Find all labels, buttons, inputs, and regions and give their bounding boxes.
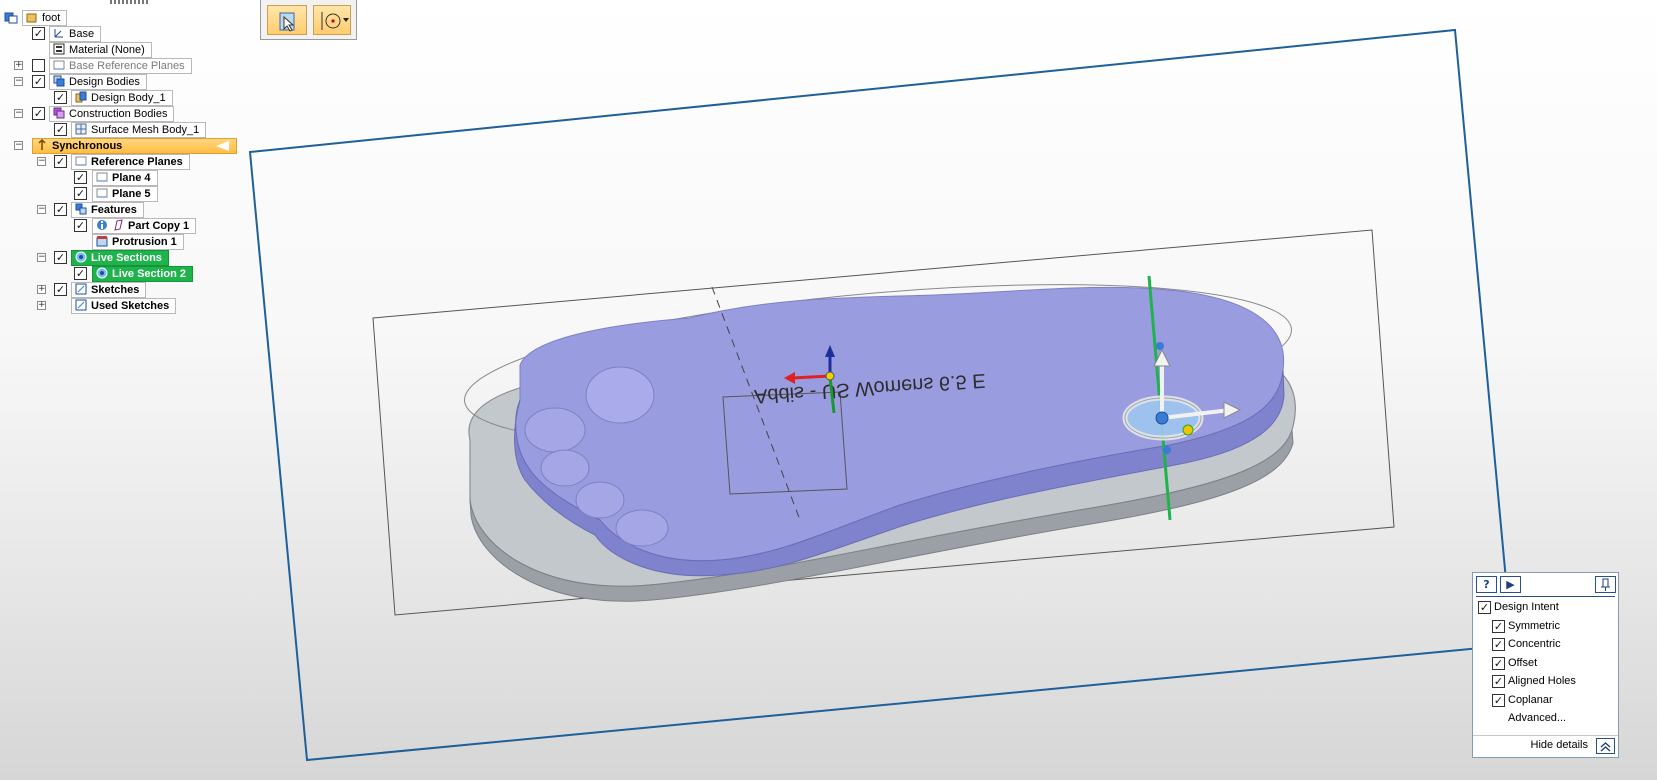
offset-checkbox[interactable]: ✓ xyxy=(1492,657,1505,670)
tree-node-features[interactable]: Features xyxy=(71,202,144,218)
plane-5-checkbox[interactable]: ✓ xyxy=(74,187,87,200)
aligned-holes-checkbox[interactable]: ✓ xyxy=(1492,675,1505,688)
base-csys-icon xyxy=(53,27,65,39)
hide-details-link[interactable]: Hide details xyxy=(1531,739,1588,751)
tree-node-surface-mesh-body-1[interactable]: Surface Mesh Body_1 xyxy=(71,122,207,138)
tree-node-plane-4[interactable]: Plane 4 xyxy=(92,170,158,186)
surface-mesh-body-1-checkbox[interactable]: ✓ xyxy=(54,123,67,136)
live-sections-checkbox[interactable]: ✓ xyxy=(54,251,67,264)
concentric-checkbox[interactable]: ✓ xyxy=(1492,638,1505,651)
tree-node-base-ref-planes[interactable]: Base Reference Planes xyxy=(49,58,192,74)
design-intent-panel: ? ▶ ✓ Design Intent ✓ Symmetric ✓ Concen… xyxy=(1472,572,1619,758)
material-icon xyxy=(53,43,65,55)
expand-used-sketches[interactable]: + xyxy=(37,301,46,310)
sketch-icon xyxy=(75,283,87,295)
base-checkbox[interactable]: ✓ xyxy=(32,27,45,40)
tree-node-design-body-1[interactable]: Design Body_1 xyxy=(71,90,173,106)
ref-plane-icon xyxy=(53,59,65,71)
body-icon xyxy=(53,75,65,87)
pathfinder-tree: foot ✓ Base Material (None) + Base Refer… xyxy=(0,0,330,330)
pin-icon xyxy=(1601,578,1610,591)
tree-node-live-sections[interactable]: Live Sections xyxy=(71,250,169,266)
design-bodies-checkbox[interactable]: ✓ xyxy=(32,75,45,88)
collapse-arrow-icon[interactable] xyxy=(216,140,230,152)
collapse-construction-bodies[interactable]: − xyxy=(14,109,23,118)
collapse-up-icon[interactable] xyxy=(1596,738,1615,754)
hide-details-bar: Hide details xyxy=(1473,735,1618,757)
design-intent-checkbox[interactable]: ✓ xyxy=(1478,601,1491,614)
live-section-icon xyxy=(96,267,108,279)
pin-button[interactable] xyxy=(1595,576,1616,593)
tree-node-reference-planes[interactable]: Reference Planes xyxy=(71,154,190,170)
features-checkbox[interactable]: ✓ xyxy=(54,203,67,216)
collapse-live-sections[interactable]: − xyxy=(37,253,46,262)
ref-plane-icon xyxy=(96,171,108,183)
coplanar-checkbox[interactable]: ✓ xyxy=(1492,694,1505,707)
live-section-2-checkbox[interactable]: ✓ xyxy=(74,267,87,280)
part-copy-1-checkbox[interactable]: ✓ xyxy=(74,219,87,232)
expand-base-ref-planes[interactable]: + xyxy=(14,61,23,70)
tree-node-sketches[interactable]: Sketches xyxy=(71,282,147,298)
body-icon xyxy=(75,91,87,103)
part-copy-icon xyxy=(112,219,124,231)
expand-sketches[interactable]: + xyxy=(37,285,46,294)
play-button[interactable]: ▶ xyxy=(1500,576,1521,593)
part-icon xyxy=(4,12,18,27)
tree-node-base[interactable]: Base xyxy=(49,26,102,42)
construction-body-icon xyxy=(53,107,65,119)
tree-node-foot[interactable]: foot xyxy=(22,10,68,26)
sketches-checkbox[interactable]: ✓ xyxy=(54,283,67,296)
tree-node-used-sketches[interactable]: Used Sketches xyxy=(71,298,177,314)
info-icon xyxy=(96,219,108,231)
collapse-features[interactable]: − xyxy=(37,205,46,214)
ref-plane-icon xyxy=(96,187,108,199)
mesh-body-icon xyxy=(75,123,87,135)
collapse-reference-planes[interactable]: − xyxy=(37,157,46,166)
collapse-design-bodies[interactable]: − xyxy=(14,77,23,86)
feature-icon xyxy=(75,203,87,215)
tree-node-plane-5[interactable]: Plane 5 xyxy=(92,186,158,202)
plane-4-checkbox[interactable]: ✓ xyxy=(74,171,87,184)
tree-node-construction-bodies[interactable]: Construction Bodies xyxy=(49,106,175,122)
protrusion-icon xyxy=(96,235,108,247)
sketch-icon xyxy=(75,299,87,311)
construction-bodies-checkbox[interactable]: ✓ xyxy=(32,107,45,120)
advanced-link[interactable]: Advanced... xyxy=(1508,710,1566,727)
base-ref-planes-checkbox[interactable] xyxy=(32,59,45,72)
tree-node-material[interactable]: Material (None) xyxy=(49,42,152,58)
symmetric-checkbox[interactable]: ✓ xyxy=(1492,620,1505,633)
tree-node-live-section-2[interactable]: Live Section 2 xyxy=(92,266,193,282)
panel-divider xyxy=(1476,596,1615,597)
live-section-icon xyxy=(75,251,87,263)
collapse-synchronous[interactable]: − xyxy=(14,141,23,150)
tree-node-synchronous[interactable]: Synchronous xyxy=(32,138,237,154)
ref-plane-icon xyxy=(75,155,87,167)
help-button[interactable]: ? xyxy=(1476,576,1497,593)
reference-planes-checkbox[interactable]: ✓ xyxy=(54,155,67,168)
pathfinder-grip[interactable] xyxy=(110,0,150,4)
assembly-icon xyxy=(26,11,38,23)
tree-node-part-copy-1[interactable]: Part Copy 1 xyxy=(92,218,197,234)
tree-node-design-bodies[interactable]: Design Bodies xyxy=(49,74,147,90)
design-body-1-checkbox[interactable]: ✓ xyxy=(54,91,67,104)
sync-icon xyxy=(36,139,48,151)
tree-node-protrusion-1[interactable]: Protrusion 1 xyxy=(92,234,184,250)
